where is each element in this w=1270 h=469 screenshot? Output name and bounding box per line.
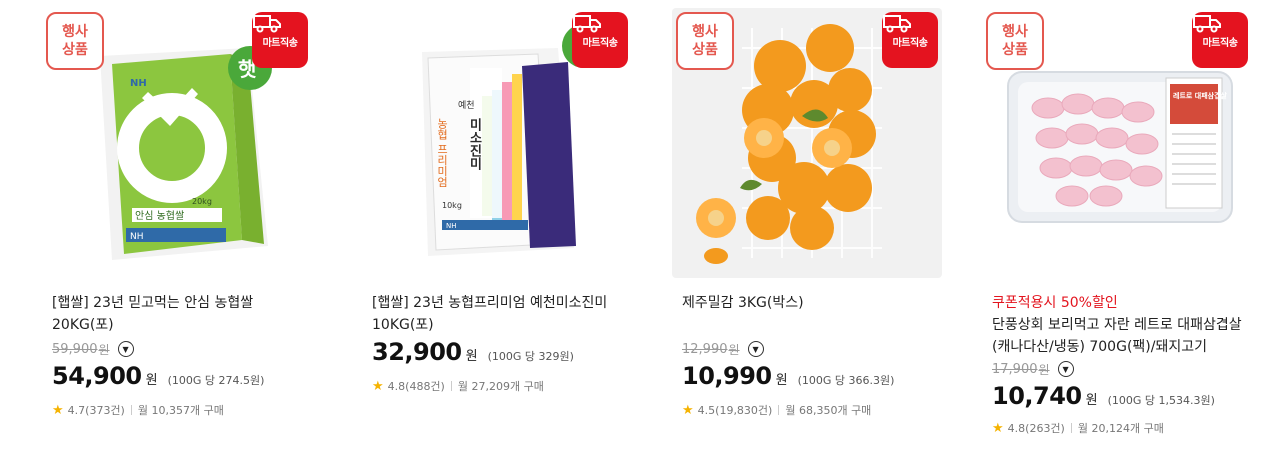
original-price: 12,990 <box>682 341 728 357</box>
truck-icon <box>253 15 281 33</box>
coupon-promo-label: 쿠폰적용시 50%할인 <box>992 295 1118 311</box>
rating-row: ★ 4.5(19,830건) 월 68,350개 구매 <box>682 402 952 418</box>
truck-icon <box>1193 15 1221 33</box>
svg-text:농협 프리미엄: 농협 프리미엄 <box>436 118 449 188</box>
original-price: 59,900 <box>52 341 98 357</box>
monthly-purchases: 월 68,350개 구매 <box>785 404 872 417</box>
event-badge: 행사 상품 <box>46 12 104 70</box>
divider <box>130 405 132 415</box>
rating: 4.8(488건) <box>387 380 445 393</box>
product-card-2[interactable]: 미소진미 농협 프리미엄 예천 10kg NH 햇 마트직송 [햅쌀] <box>362 8 632 468</box>
chevron-down-icon[interactable]: ▼ <box>117 341 134 357</box>
mart-delivery-badge: 마트직송 <box>572 12 628 68</box>
mart-delivery-badge: 마트직송 <box>252 12 308 68</box>
product-name[interactable]: [햅쌀] 23년 농협프리미엄 예천미소진미 10KG(포) <box>372 292 642 336</box>
mart-delivery-badge: 마트직송 <box>1192 12 1248 68</box>
monthly-purchases: 월 20,124개 구매 <box>1077 422 1164 435</box>
product-name[interactable]: 제주밀감 3KG(박스) <box>682 292 952 314</box>
sale-price: 54,900 <box>52 362 142 390</box>
svg-text:레트로 대패삼겹살: 레트로 대패삼겹살 <box>1173 91 1228 100</box>
product-card-4[interactable]: 레트로 대패삼겹살 행사 상품 마트직송 쿠폰적용시 50%할인 단풍상회 보리… <box>982 8 1252 468</box>
product-info: 제주밀감 3KG(박스) 12,990 원 ▼ 10,990 원 (100G 당… <box>682 292 952 418</box>
product-image[interactable]: 안심 농협쌀 NH 20kg NH 햇 행사 상품 마트직송 <box>42 8 312 278</box>
divider <box>1070 423 1072 433</box>
star-icon: ★ <box>372 378 384 394</box>
sale-price: 10,990 <box>682 362 772 390</box>
product-info: [햅쌀] 23년 농협프리미엄 예천미소진미 10KG(포) 32,900 원 (… <box>372 292 642 394</box>
svg-text:미소진미: 미소진미 <box>467 117 482 171</box>
star-icon: ★ <box>992 420 1004 436</box>
chevron-down-icon[interactable]: ▼ <box>1057 361 1074 377</box>
product-image[interactable]: 미소진미 농협 프리미엄 예천 10kg NH 햇 마트직송 <box>362 8 632 278</box>
original-price-row: 12,990 원 ▼ <box>682 338 952 360</box>
rating: 4.5(19,830건) <box>697 404 773 417</box>
truck-icon <box>573 15 601 33</box>
svg-text:NH: NH <box>446 222 457 230</box>
divider <box>450 381 452 391</box>
svg-text:20kg: 20kg <box>192 197 212 206</box>
truck-icon <box>883 15 911 33</box>
mart-delivery-badge: 마트직송 <box>882 12 938 68</box>
rating-row: ★ 4.8(488건) 월 27,209개 구매 <box>372 378 642 394</box>
original-price-row: 17,900 원 ▼ <box>992 358 1262 380</box>
rating-row: ★ 4.7(373건) 월 10,357개 구매 <box>52 402 322 418</box>
sale-price: 10,740 <box>992 382 1082 410</box>
price-row: 32,900 원 (100G 당 329원) <box>372 338 574 366</box>
product-name[interactable]: [햅쌀] 23년 믿고먹는 안심 농협쌀 20KG(포) <box>52 292 322 336</box>
product-grid: 안심 농협쌀 NH 20kg NH 햇 행사 상품 마트직송 [햅쌀] 23년 … <box>42 8 1258 468</box>
unit-price: (100G 당 274.5원) <box>167 374 265 387</box>
rating: 4.7(373건) <box>67 404 125 417</box>
unit-price: (100G 당 329원) <box>487 350 574 363</box>
star-icon: ★ <box>682 402 694 418</box>
product-card-3[interactable]: 행사 상품 마트직송 제주밀감 3KG(박스) 12,990 원 ▼ 10,99… <box>672 8 942 468</box>
svg-text:10kg: 10kg <box>442 201 462 210</box>
svg-text:NH: NH <box>130 78 147 89</box>
product-info: [햅쌀] 23년 믿고먹는 안심 농협쌀 20KG(포) 59,900 원 ▼ 5… <box>52 292 322 418</box>
price-row: 10,990 원 (100G 당 366.3원) <box>682 362 895 390</box>
price-row: 54,900 원 (100G 당 274.5원) <box>52 362 265 390</box>
product-info: 쿠폰적용시 50%할인 단풍상회 보리먹고 자란 레트로 대패삼겹살 (캐나다산/… <box>992 292 1262 436</box>
product-card-1[interactable]: 안심 농협쌀 NH 20kg NH 햇 행사 상품 마트직송 [햅쌀] 23년 … <box>42 8 312 468</box>
rating: 4.8(263건) <box>1007 422 1065 435</box>
unit-price: (100G 당 366.3원) <box>797 374 895 387</box>
product-name[interactable]: 단풍상회 보리먹고 자란 레트로 대패삼겹살 (캐나다산/냉동) 700G(팩)/… <box>992 314 1262 358</box>
star-icon: ★ <box>52 402 64 418</box>
monthly-purchases: 월 27,209개 구매 <box>457 380 544 393</box>
product-image[interactable]: 레트로 대패삼겹살 행사 상품 마트직송 <box>982 8 1252 278</box>
event-badge: 행사 상품 <box>986 12 1044 70</box>
sale-price: 32,900 <box>372 338 462 366</box>
svg-text:NH: NH <box>130 232 144 242</box>
chevron-down-icon[interactable]: ▼ <box>747 341 764 357</box>
svg-text:예천: 예천 <box>458 100 475 111</box>
svg-text:안심 농협쌀: 안심 농협쌀 <box>135 209 184 222</box>
rating-row: ★ 4.8(263건) 월 20,124개 구매 <box>992 420 1262 436</box>
product-image[interactable]: 행사 상품 마트직송 <box>672 8 942 278</box>
price-row: 10,740 원 (100G 당 1,534.3원) <box>992 382 1215 410</box>
original-price-row: 59,900 원 ▼ <box>52 338 322 360</box>
divider <box>778 405 780 415</box>
event-badge: 행사 상품 <box>676 12 734 70</box>
monthly-purchases: 월 10,357개 구매 <box>137 404 224 417</box>
original-price: 17,900 <box>992 361 1038 377</box>
unit-price: (100G 당 1,534.3원) <box>1107 394 1215 407</box>
